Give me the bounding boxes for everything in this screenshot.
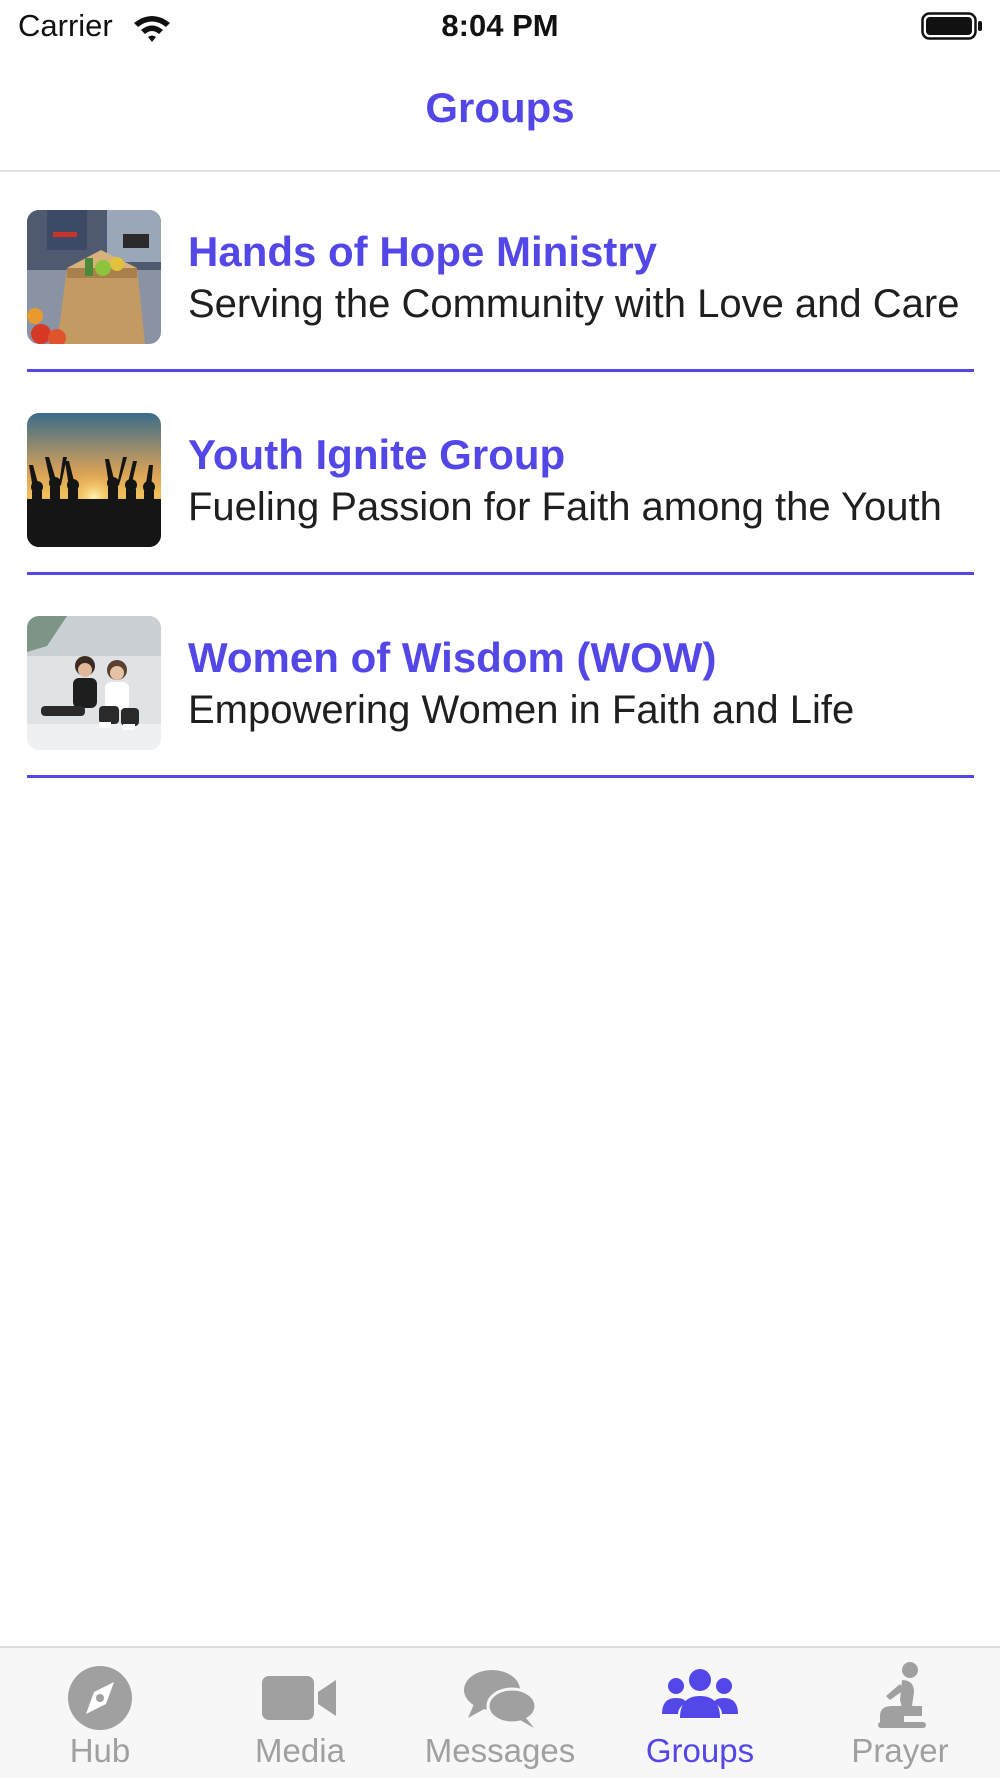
tab-label: Media [255, 1732, 345, 1769]
group-row-hands-of-hope[interactable]: Hands of Hope Ministry Serving the Commu… [0, 174, 1000, 377]
tab-label: Prayer [851, 1732, 949, 1769]
clock: 8:04 PM [441, 8, 559, 43]
tab-label: Groups [645, 1732, 755, 1769]
group-list: Hands of Hope Ministry Serving the Commu… [0, 174, 1000, 783]
group-row-women-of-wisdom[interactable]: Women of Wisdom (WOW) Empowering Women i… [0, 580, 1000, 783]
chat-bubbles-icon [460, 1660, 540, 1732]
group-name: Women of Wisdom (WOW) [188, 634, 717, 681]
group-name: Youth Ignite Group [188, 431, 566, 478]
status-bar: Carrier 8:04 PM [0, 0, 1000, 54]
compass-icon [60, 1660, 140, 1732]
row-divider [27, 775, 974, 778]
group-description: Serving the Community with Love and Care [188, 282, 960, 326]
tab-media[interactable]: Media [200, 1648, 400, 1778]
tab-hub[interactable]: Hub [0, 1648, 200, 1778]
group-row-youth-ignite[interactable]: Youth Ignite Group Fueling Passion for F… [0, 377, 1000, 580]
group-name: Hands of Hope Ministry [188, 228, 658, 275]
tab-label: Hub [69, 1732, 131, 1769]
group-thumbnail [27, 616, 161, 750]
row-divider [27, 369, 974, 372]
tab-groups[interactable]: Groups [600, 1648, 800, 1778]
tab-messages[interactable]: Messages [400, 1648, 600, 1778]
video-camera-icon [260, 1660, 340, 1732]
people-group-icon [660, 1660, 740, 1732]
tab-label: Messages [424, 1732, 576, 1769]
group-description: Empowering Women in Faith and Life [188, 688, 855, 732]
groups-screen: Carrier 8:04 PM Groups Hands of Hope Min… [0, 0, 1000, 1778]
group-thumbnail [27, 413, 161, 547]
row-divider [27, 572, 974, 575]
tab-bar: Hub Media Messages Groups Prayer [0, 1646, 1000, 1778]
navigation-bar: Groups [0, 54, 1000, 172]
page-title: Groups [425, 84, 575, 131]
battery-icon [921, 10, 983, 42]
tab-prayer[interactable]: Prayer [800, 1648, 1000, 1778]
praying-person-icon [860, 1660, 940, 1732]
group-thumbnail [27, 210, 161, 344]
group-description: Fueling Passion for Faith among the Yout… [188, 485, 942, 529]
